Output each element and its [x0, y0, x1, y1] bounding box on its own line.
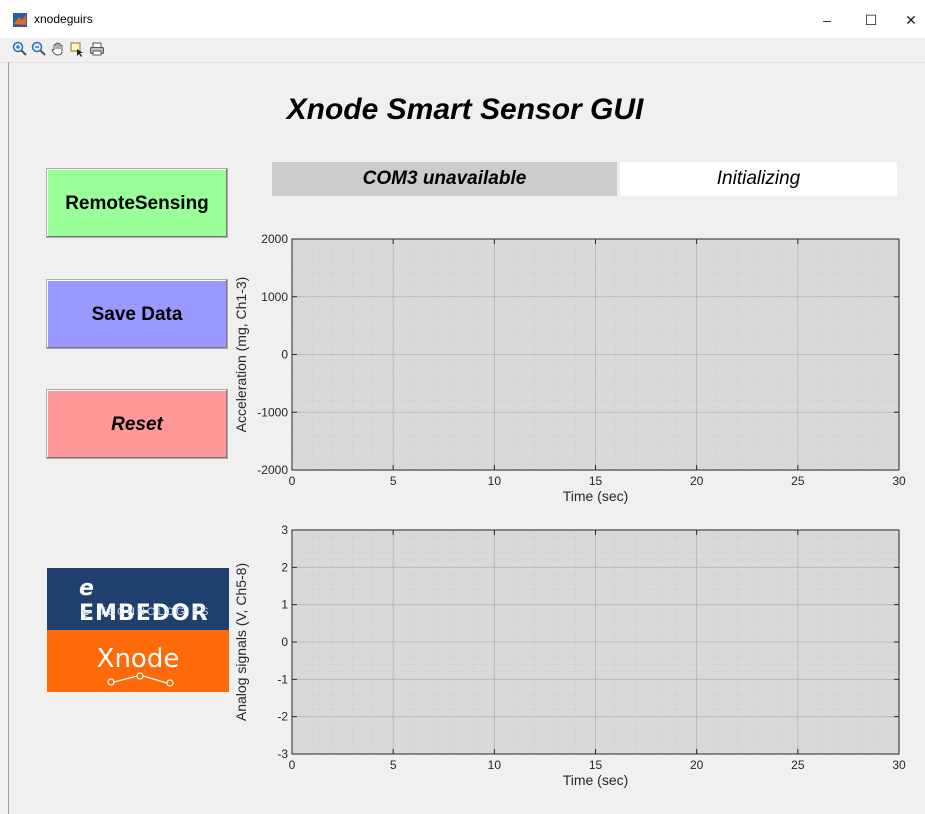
analog-signals-chart[interactable]: 0 5 10 15 20 25 30 -3 -2 -1 0 1 2 3 Time (sec) Analog s… — [233, 523, 906, 788]
acc-ytick-label: 0 — [281, 348, 288, 362]
acceleration-chart[interactable]: 0 5 10 15 20 25 30 -2000 -1000 0 1000 2000 Time (sec… — [233, 232, 906, 504]
analog-ytick-label: 2 — [281, 560, 288, 574]
acc-xtick-label: 10 — [488, 474, 502, 488]
acc-ytick-label: -1000 — [257, 405, 288, 419]
charts-layer: 0 5 10 15 20 25 30-2000-1000010002000Time (sec… — [233, 232, 906, 788]
acc-ylabel: Acceleration (mg, Ch1-3) — [233, 277, 249, 433]
analog-xtick-label: 10 — [488, 758, 502, 772]
analog-ytick-label: -1 — [277, 672, 288, 686]
analog-ytick-label: -2 — [277, 710, 288, 724]
analog-xtick-label: 5 — [390, 758, 397, 772]
acc-xlabel: Time (sec) — [563, 488, 629, 504]
acc-xtick-label: 25 — [791, 474, 805, 488]
acc-ytick-label: 1000 — [261, 290, 288, 304]
acc-xtick-label: 30 — [892, 474, 906, 488]
analog-xtick-label: 15 — [589, 758, 603, 772]
analog-xtick-label: 20 — [690, 758, 704, 772]
analog-xlabel: Time (sec) — [563, 772, 629, 788]
acc-xtick-label: 20 — [690, 474, 704, 488]
analog-ytick-label: 3 — [281, 523, 288, 537]
analog-xtick-label: 30 — [892, 758, 906, 772]
acc-xtick-label: 0 — [289, 474, 296, 488]
acc-xtick-label: 15 — [589, 474, 603, 488]
acc-ytick-label: -2000 — [257, 463, 288, 477]
analog-xtick-label: 25 — [791, 758, 805, 772]
analog-xtick-label: 0 — [289, 758, 296, 772]
acc-ytick-label: 2000 — [261, 232, 288, 246]
analog-ytick-label: 1 — [281, 598, 288, 612]
analog-ytick-label: 0 — [281, 635, 288, 649]
acc-xtick-label: 5 — [390, 474, 397, 488]
analog-ylabel: Analog signals (V, Ch5-8) — [233, 563, 249, 721]
analog-ytick-label: -3 — [277, 747, 288, 761]
